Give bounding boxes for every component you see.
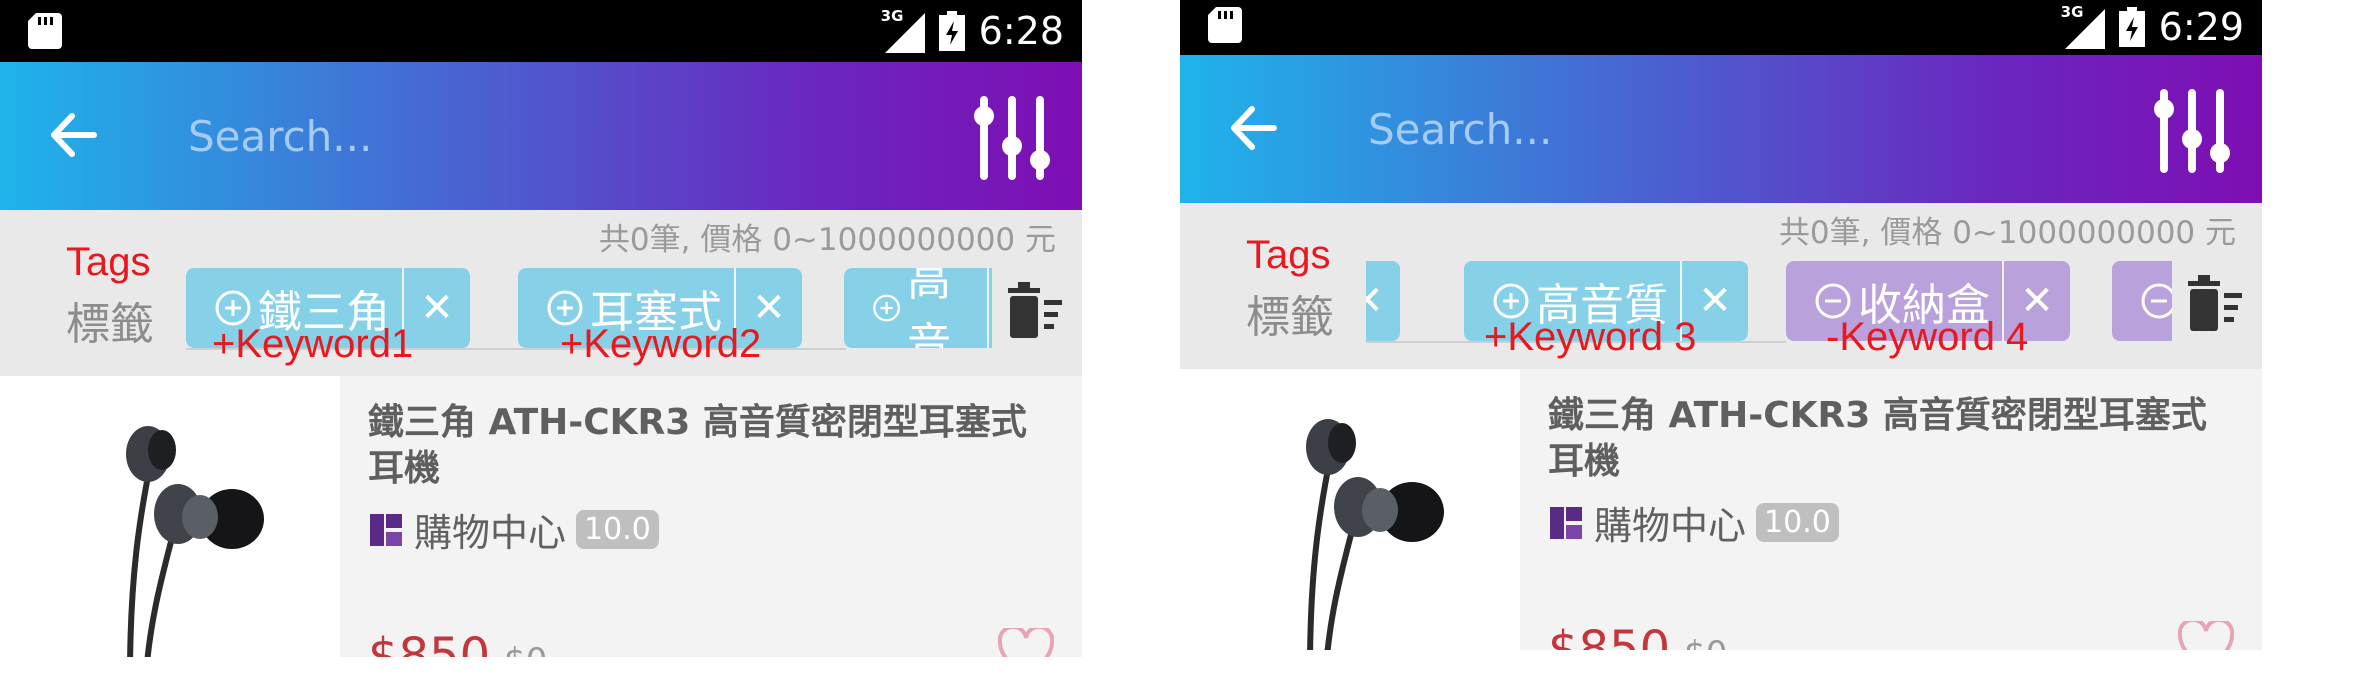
- close-icon: ✕: [420, 285, 454, 331]
- original-price: $0: [1684, 634, 1727, 650]
- store-icon: [1550, 506, 1582, 539]
- network-type: 3G: [880, 7, 904, 25]
- store-score-badge: 10.0: [1756, 503, 1839, 542]
- tags-annotation: Tags: [1246, 233, 1331, 277]
- earphones-image: [126, 426, 264, 657]
- filter-panel: 共0筆, 價格 0~1000000000 元 Tags 標籤 鐵三角 ✕ 耳塞式…: [0, 210, 1082, 376]
- earphones-image: [1306, 419, 1444, 650]
- product-title[interactable]: 鐵三角 ATH-CKR3 高音質密閉型耳塞式耳機: [1548, 393, 2228, 485]
- status-bar: 3G 6:29: [1180, 0, 2262, 55]
- original-price: $0: [504, 641, 547, 657]
- clock: 6:28: [978, 9, 1064, 53]
- battery-icon: [938, 11, 965, 51]
- tag-chip-label: 高音: [907, 268, 952, 348]
- plus-circle-icon: [873, 294, 901, 322]
- search-toolbar: [0, 62, 1082, 210]
- minus-circle-icon: [2141, 283, 2172, 319]
- product-image[interactable]: [1180, 369, 1520, 650]
- result-summary: 共0筆, 價格 0~1000000000 元: [1778, 215, 2236, 251]
- product-price: $850: [1548, 621, 1671, 650]
- keyword-annotation: -Keyword 4: [1826, 315, 2029, 359]
- sd-card-icon: [1208, 7, 1242, 43]
- price-row: $850 $0: [1548, 621, 1727, 650]
- keyword-annotation: +Keyword2: [560, 322, 762, 366]
- clock: 6:29: [2158, 5, 2244, 49]
- delete-sweep-icon[interactable]: [2184, 275, 2244, 331]
- product-info: 鐵三角 ATH-CKR3 高音質密閉型耳塞式耳機 購物中心 10.0 $850 …: [340, 376, 1082, 657]
- heart-icon[interactable]: [2178, 621, 2234, 650]
- remove-tag-button[interactable]: ✕: [986, 268, 992, 348]
- store-name: 購物中心: [1594, 504, 1747, 548]
- back-arrow-icon[interactable]: [44, 106, 102, 164]
- result-summary: 共0筆, 價格 0~1000000000 元: [598, 222, 1056, 258]
- tags-label: 標籤: [66, 299, 154, 350]
- product-card[interactable]: 鐵三角 ATH-CKR3 高音質密閉型耳塞式耳機 購物中心 10.0 $850 …: [1180, 369, 2262, 650]
- store-name: 購物中心: [414, 511, 567, 555]
- product-info: 鐵三角 ATH-CKR3 高音質密閉型耳塞式耳機 購物中心 10.0 $850 …: [1520, 369, 2262, 650]
- product-card[interactable]: 鐵三角 ATH-CKR3 高音質密閉型耳塞式耳機 購物中心 10.0 $850 …: [0, 376, 1082, 657]
- tag-chip[interactable]: [2112, 261, 2172, 341]
- search-input[interactable]: [1366, 95, 2070, 163]
- search-input[interactable]: [186, 102, 890, 170]
- store-row: 購物中心 10.0: [1548, 495, 1839, 550]
- search-toolbar: [1180, 55, 2262, 203]
- delete-sweep-icon[interactable]: [1004, 282, 1064, 338]
- price-row: $850 $0: [368, 628, 547, 657]
- store-score-badge: 10.0: [576, 510, 659, 549]
- heart-icon[interactable]: [998, 628, 1054, 657]
- close-icon: ✕: [1698, 278, 1732, 324]
- product-title[interactable]: 鐵三角 ATH-CKR3 高音質密閉型耳塞式耳機: [368, 400, 1048, 492]
- back-arrow-icon[interactable]: [1224, 99, 1282, 157]
- battery-icon: [2118, 7, 2145, 47]
- filter-sliders-icon[interactable]: [2152, 89, 2232, 173]
- remove-tag-button[interactable]: ✕: [1366, 261, 1400, 341]
- phone-screen-1: 3G 6:28 共0筆, 價格 0~10: [0, 0, 1082, 657]
- network-type: 3G: [2060, 3, 2084, 21]
- keyword-annotation: +Keyword 3: [1484, 315, 1697, 359]
- tags-annotation: Tags: [66, 240, 151, 284]
- product-price: $850: [368, 628, 491, 657]
- tag-chip[interactable]: 高音 ✕: [844, 268, 992, 348]
- store-icon: [370, 513, 402, 546]
- phone-screen-2: 3G 6:29 共0筆, 價格 0~10: [1180, 0, 2262, 650]
- product-image[interactable]: [0, 376, 340, 657]
- filter-panel: 共0筆, 價格 0~1000000000 元 Tags 標籤 ✕ 高音質 ✕ 收…: [1180, 203, 2262, 369]
- tags-label: 標籤: [1246, 292, 1334, 343]
- filter-sliders-icon[interactable]: [972, 96, 1052, 180]
- keyword-annotation: +Keyword1: [212, 322, 414, 366]
- sd-card-icon: [28, 13, 62, 49]
- status-bar: 3G 6:28: [0, 0, 1082, 62]
- tag-chip[interactable]: ✕: [1366, 261, 1400, 341]
- store-row: 購物中心 10.0: [368, 502, 659, 557]
- close-icon: ✕: [1366, 278, 1384, 324]
